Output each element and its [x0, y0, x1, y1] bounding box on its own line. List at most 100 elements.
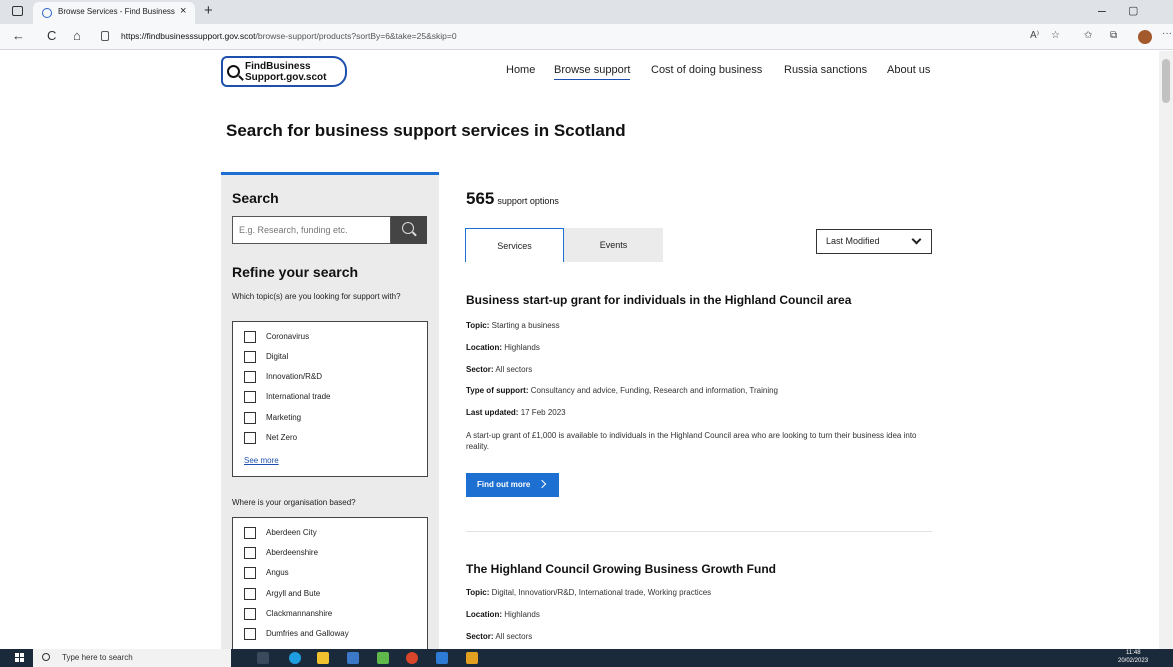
refine-heading: Refine your search: [232, 264, 359, 280]
result-divider: [466, 531, 932, 532]
checkbox-icon[interactable]: [244, 588, 256, 600]
result-title[interactable]: Business start-up grant for individuals …: [466, 293, 851, 307]
topic-label: Coronavirus: [266, 332, 310, 341]
site-favicon-icon: [42, 8, 52, 18]
meta-value: All sectors: [495, 632, 533, 641]
store-icon[interactable]: [347, 652, 359, 664]
add-favorite-icon[interactable]: ☆: [1051, 30, 1060, 41]
tab-actions-icon[interactable]: [12, 6, 23, 16]
result-topic: Topic: Digital, Innovation/R&D, Internat…: [466, 588, 711, 597]
reload-icon[interactable]: C: [47, 28, 56, 43]
checkbox-icon[interactable]: [244, 412, 256, 424]
checkbox-icon[interactable]: [244, 547, 256, 559]
meta-value: Starting a business: [491, 321, 560, 330]
profile-avatar[interactable]: [1138, 30, 1152, 44]
results-label: support options: [497, 196, 559, 206]
tab-close-icon[interactable]: ×: [180, 5, 186, 17]
new-tab-icon[interactable]: +: [204, 2, 213, 19]
restore-icon[interactable]: ▢: [1128, 4, 1138, 17]
checkbox-icon[interactable]: [244, 432, 256, 444]
checkbox-icon[interactable]: [244, 331, 256, 343]
meta-value: 17 Feb 2023: [520, 408, 566, 417]
more-options-icon[interactable]: ···: [1162, 28, 1172, 39]
checkbox-icon[interactable]: [244, 628, 256, 640]
site-logo[interactable]: FindBusiness Support.gov.scot: [221, 56, 347, 87]
see-more-link[interactable]: See more: [244, 456, 279, 465]
search-button[interactable]: [391, 216, 427, 244]
nav-cost-of-doing-business[interactable]: Cost of doing business: [651, 64, 762, 76]
location-checkbox-list: Aberdeen City Aberdeenshire Angus Argyll…: [232, 517, 428, 649]
search-icon: [402, 222, 414, 234]
checkbox-icon[interactable]: [244, 371, 256, 383]
logo-text-line2: Support.gov.scot: [245, 72, 327, 83]
meta-label: Location:: [466, 610, 502, 619]
scrollbar-thumb[interactable]: [1162, 59, 1170, 103]
sort-selected-value: Last Modified: [826, 236, 880, 246]
logo-magnifier-icon: [227, 65, 240, 78]
topic-label: International trade: [266, 392, 331, 401]
back-icon[interactable]: ←: [12, 28, 25, 43]
sort-select[interactable]: Last Modified: [816, 229, 932, 254]
nav-home[interactable]: Home: [506, 64, 535, 76]
taskbar-search[interactable]: Type here to search: [33, 649, 231, 667]
outlook-icon[interactable]: [436, 652, 448, 664]
nav-about-us[interactable]: About us: [887, 64, 930, 76]
teams-icon[interactable]: [377, 652, 389, 664]
tab-services[interactable]: Services: [465, 228, 564, 262]
topic-label: Digital: [266, 352, 289, 361]
collections-icon[interactable]: ⧉: [1110, 30, 1117, 41]
find-out-more-button[interactable]: Find out more: [466, 473, 559, 497]
windows-start-icon[interactable]: [15, 653, 25, 663]
clock-time[interactable]: 11:48: [1126, 650, 1141, 656]
checkbox-icon[interactable]: [244, 527, 256, 539]
url-field[interactable]: https://findbusinesssupport.gov.scot/bro…: [97, 27, 1019, 47]
checkbox-icon[interactable]: [244, 567, 256, 579]
topic-checkbox-list: Coronavirus Digital Innovation/R&D Inter…: [232, 321, 428, 477]
edge-icon[interactable]: [289, 652, 301, 664]
url-path: /browse-support/products?sortBy=6&take=2…: [255, 31, 457, 41]
checkbox-icon[interactable]: [244, 608, 256, 620]
meta-label: Location:: [466, 343, 502, 352]
topic-label: Marketing: [266, 413, 302, 422]
page-viewport: FindBusiness Support.gov.scot Home Brows…: [0, 51, 1173, 649]
task-view-icon[interactable]: [257, 652, 269, 664]
minimize-icon[interactable]: –: [1098, 2, 1106, 18]
meta-value: Highlands: [504, 610, 540, 619]
results-count: 565 support options: [466, 189, 559, 209]
page-scrollbar[interactable]: [1159, 51, 1173, 649]
checkbox-icon[interactable]: [244, 391, 256, 403]
favorites-icon[interactable]: ✩: [1084, 30, 1092, 41]
tab-events[interactable]: Events: [564, 228, 663, 262]
taskbar-search-placeholder: Type here to search: [62, 653, 133, 662]
meta-label: Topic:: [466, 588, 490, 597]
location-label: Aberdeen City: [266, 528, 317, 537]
home-icon[interactable]: ⌂: [73, 28, 81, 43]
location-question: Where is your organisation based?: [232, 498, 356, 507]
meta-label: Type of support:: [466, 386, 529, 395]
powerpoint-icon[interactable]: [406, 652, 418, 664]
read-aloud-icon[interactable]: A⁾: [1030, 30, 1039, 41]
clock-date[interactable]: 20/02/2023: [1118, 658, 1148, 664]
app-icon[interactable]: [466, 652, 478, 664]
result-location: Location: Highlands: [466, 610, 540, 619]
meta-value: Digital, Innovation/R&D, International t…: [491, 588, 712, 597]
logo-text-line1: FindBusiness: [245, 61, 311, 72]
lock-icon[interactable]: [101, 31, 109, 41]
result-title[interactable]: The Highland Council Growing Business Gr…: [466, 562, 776, 576]
nav-browse-support[interactable]: Browse support: [554, 64, 631, 80]
result-topic: Topic: Starting a business: [466, 321, 560, 330]
result-sector: Sector: All sectors: [466, 632, 532, 641]
url-text: https://findbusinesssupport.gov.scot/bro…: [121, 31, 457, 41]
location-label: Dumfries and Galloway: [266, 629, 349, 638]
checkbox-icon[interactable]: [244, 351, 256, 363]
file-explorer-icon[interactable]: [317, 652, 329, 664]
url-host: https://findbusinesssupport.gov.scot: [121, 31, 256, 41]
browser-tab[interactable]: Browse Services - Find Business S ×: [33, 2, 195, 24]
browser-tab-bar: Browse Services - Find Business S × + – …: [0, 0, 1173, 24]
search-icon: [42, 653, 50, 661]
location-label: Clackmannanshire: [266, 609, 333, 618]
nav-russia-sanctions[interactable]: Russia sanctions: [784, 64, 867, 76]
topic-label: Net Zero: [266, 433, 298, 442]
result-card: Business start-up grant for individuals …: [466, 293, 932, 503]
search-input[interactable]: [232, 216, 391, 244]
